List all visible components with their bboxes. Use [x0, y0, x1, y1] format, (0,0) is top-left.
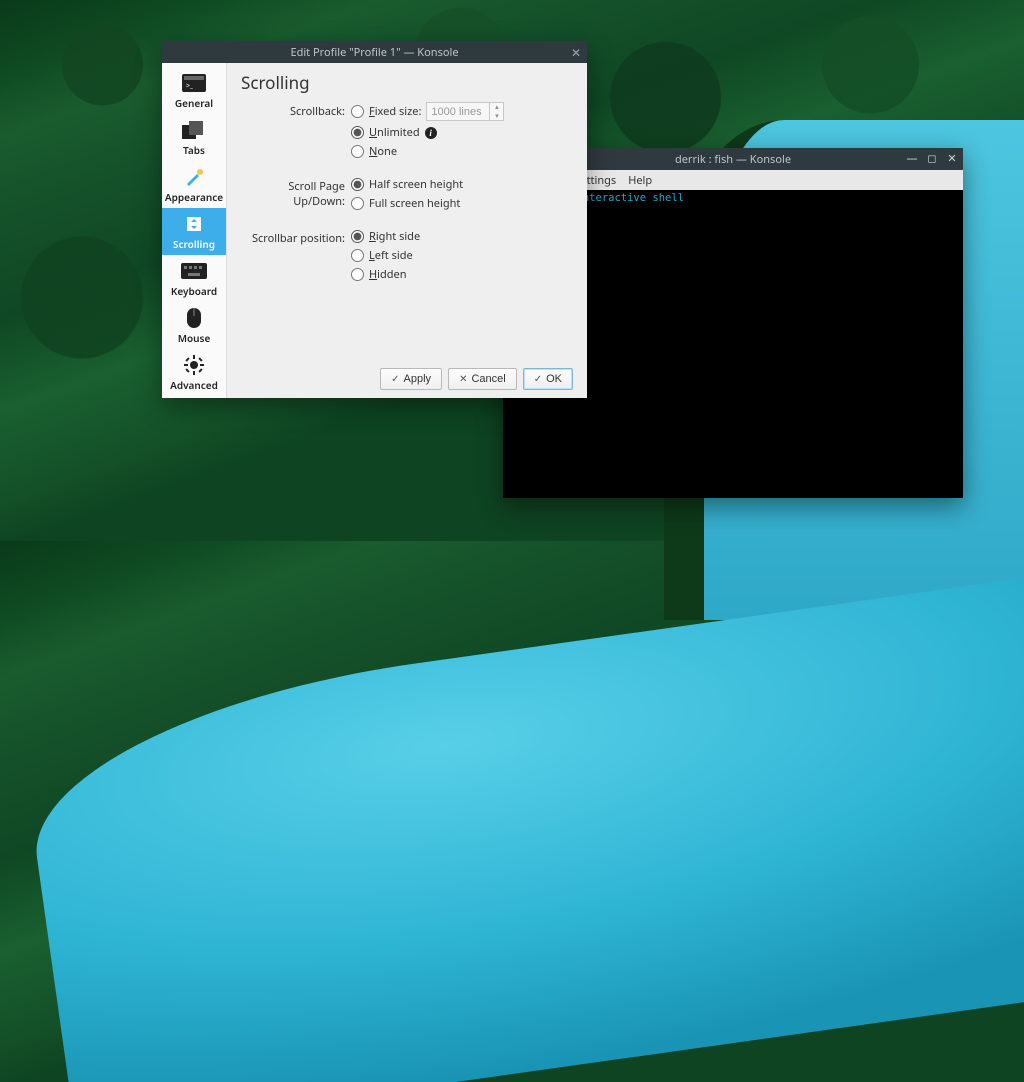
spin-down-icon[interactable]: ▾ — [490, 112, 503, 121]
terminal-title: derrik : fish — Konsole — [675, 152, 791, 167]
radio-none-label[interactable]: None — [369, 144, 397, 159]
radio-fixed-size[interactable] — [351, 105, 364, 118]
fixed-size-spinner: ▴▾ — [426, 102, 504, 121]
close-button[interactable]: ✕ — [945, 151, 959, 166]
brush-icon — [181, 167, 207, 187]
mouse-icon — [181, 308, 207, 328]
cancel-button[interactable]: ✕Cancel — [448, 368, 517, 390]
sidebar-item-general[interactable]: >_ General — [162, 67, 226, 114]
dialog-button-bar: ✓Apply ✕Cancel ✓OK — [241, 362, 573, 390]
page-title: Scrolling — [241, 71, 573, 94]
sidebar-item-advanced[interactable]: Advanced — [162, 349, 226, 396]
keyboard-icon — [181, 261, 207, 281]
terminal-icon: >_ — [181, 73, 207, 93]
tabs-icon — [181, 120, 207, 140]
sidebar-item-tabs[interactable]: Tabs — [162, 114, 226, 161]
sidebar-item-scrolling[interactable]: Scrolling — [162, 208, 226, 255]
close-icon[interactable]: ✕ — [571, 44, 581, 61]
info-icon[interactable]: i — [425, 127, 437, 139]
gear-icon — [181, 355, 207, 375]
edit-title: Edit Profile "Profile 1" — Konsole — [290, 45, 458, 60]
scrollback-label: Scrollback: — [241, 102, 351, 119]
sidebar-label: Appearance — [165, 190, 223, 204]
edit-titlebar[interactable]: Edit Profile "Profile 1" — Konsole ✕ — [162, 41, 587, 63]
radio-none[interactable] — [351, 145, 364, 158]
edit-profile-window: Edit Profile "Profile 1" — Konsole ✕ >_ … — [162, 41, 587, 398]
sidebar-item-keyboard[interactable]: Keyboard — [162, 255, 226, 302]
apply-button[interactable]: ✓Apply — [380, 368, 442, 390]
sidebar-label: Advanced — [170, 378, 218, 392]
check-icon: ✓ — [534, 374, 542, 385]
sidebar-label: Mouse — [178, 331, 211, 345]
radio-full-height[interactable] — [351, 197, 364, 210]
scrollpage-label: Scroll Page Up/Down: — [241, 177, 351, 209]
radio-left-side-label[interactable]: Left side — [369, 248, 413, 263]
radio-fixed-size-label[interactable]: Fixed size: — [369, 104, 421, 119]
sidebar-item-appearance[interactable]: Appearance — [162, 161, 226, 208]
maximize-button[interactable]: ◻ — [925, 151, 939, 166]
svg-text:>_: >_ — [186, 82, 193, 91]
x-icon: ✕ — [459, 374, 467, 385]
category-sidebar: >_ General Tabs Appearance — [162, 63, 227, 398]
fixed-size-input[interactable] — [427, 103, 489, 120]
radio-full-height-label[interactable]: Full screen height — [369, 196, 460, 211]
radio-hidden-label[interactable]: Hidden — [369, 267, 407, 282]
sidebar-label: Scrolling — [173, 237, 215, 251]
scroll-icon — [181, 214, 207, 234]
radio-right-side-label[interactable]: Right side — [369, 229, 420, 244]
sidebar-label: Tabs — [183, 143, 205, 157]
sidebar-item-mouse[interactable]: Mouse — [162, 302, 226, 349]
sidebar-label: Keyboard — [171, 284, 217, 298]
minimize-button[interactable]: — — [905, 151, 919, 166]
menu-help[interactable]: Help — [628, 173, 652, 188]
radio-left-side[interactable] — [351, 249, 364, 262]
radio-half-height-label[interactable]: Half screen height — [369, 177, 463, 192]
wallpaper-water-bottom — [18, 525, 1024, 1082]
radio-unlimited-label[interactable]: Unlimited — [369, 125, 420, 140]
scrollbarpos-label: Scrollbar position: — [241, 229, 351, 246]
spin-up-icon[interactable]: ▴ — [490, 103, 503, 112]
radio-hidden[interactable] — [351, 268, 364, 281]
ok-button[interactable]: ✓OK — [523, 368, 573, 390]
radio-unlimited[interactable] — [351, 126, 364, 139]
scrolling-panel: Scrolling Scrollback: Fixed size: ▴▾ — [227, 63, 587, 398]
sidebar-label: General — [175, 96, 213, 110]
check-icon: ✓ — [391, 374, 399, 385]
radio-half-height[interactable] — [351, 178, 364, 191]
radio-right-side[interactable] — [351, 230, 364, 243]
